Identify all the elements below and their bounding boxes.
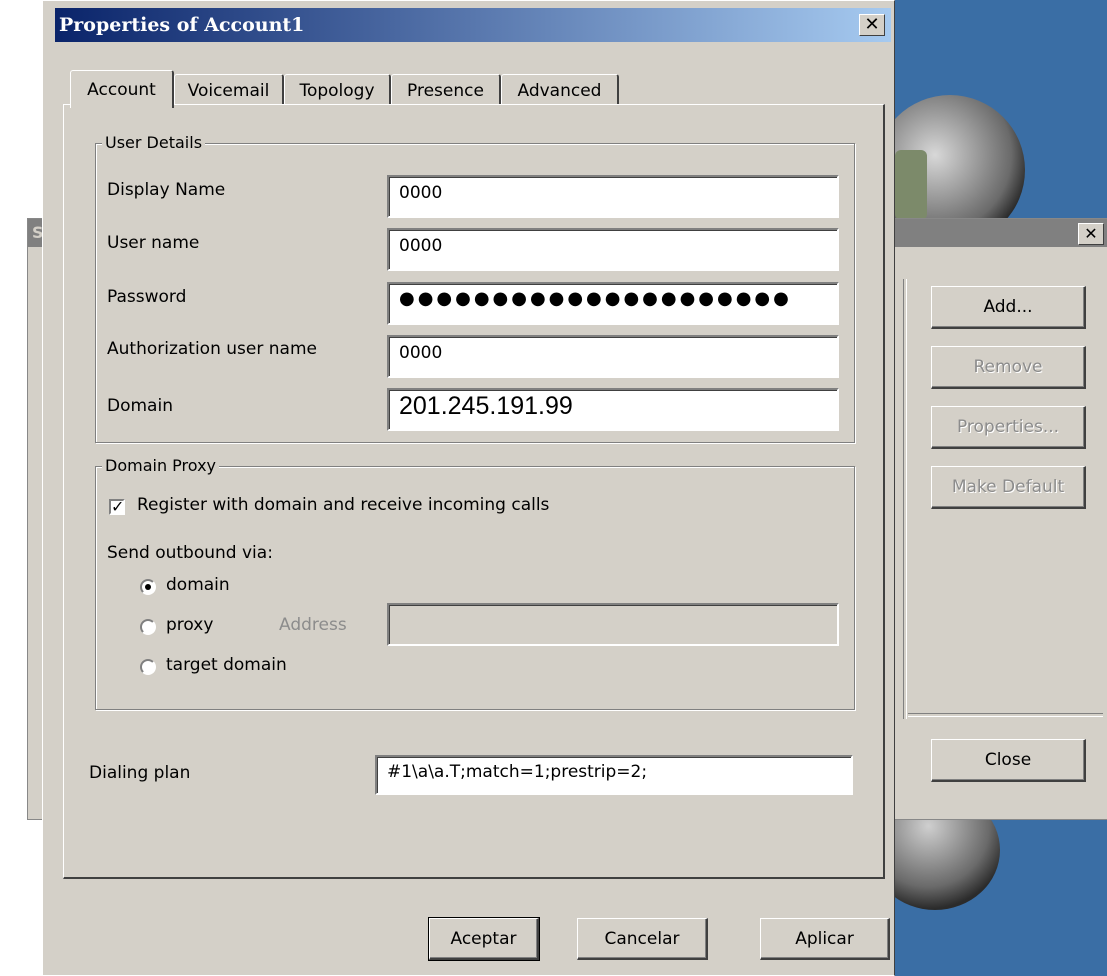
domain-proxy-legend: Domain Proxy [102, 456, 219, 475]
authorization-user-name-field[interactable]: 0000 [387, 335, 839, 378]
dialing-plan-field[interactable]: #1\a\a.T;match=1;prestrip=2; [375, 755, 853, 795]
user-details-legend: User Details [102, 133, 206, 152]
outbound-proxy-label[interactable]: proxy [166, 615, 213, 635]
outbound-domain-radio[interactable] [140, 579, 156, 595]
display-name-label: Display Name [107, 180, 226, 200]
accounts-list-frame [903, 279, 907, 719]
outbound-proxy-radio[interactable] [140, 619, 156, 635]
register-checkbox[interactable]: ✓ [109, 499, 125, 515]
sip-accounts-close-button[interactable]: ✕ [1078, 223, 1104, 245]
outbound-target-domain-radio[interactable] [140, 659, 156, 675]
user-name-field[interactable]: 0000 [387, 228, 839, 271]
tab-presence[interactable]: Presence [391, 74, 501, 106]
outbound-domain-label[interactable]: domain [166, 575, 230, 595]
dialing-plan-label: Dialing plan [89, 763, 191, 783]
proxy-address-label: Address [279, 615, 347, 635]
proxy-address-field[interactable] [387, 603, 839, 646]
apply-button[interactable]: Aplicar [760, 918, 890, 960]
make-default-button[interactable]: Make Default [931, 466, 1086, 509]
softphone-screen [895, 150, 927, 220]
outbound-target-domain-label[interactable]: target domain [166, 655, 287, 675]
tab-voicemail[interactable]: Voicemail [174, 74, 284, 106]
add-account-button[interactable]: Add... [931, 286, 1086, 329]
user-name-label: User name [107, 233, 200, 253]
domain-label: Domain [107, 396, 173, 416]
send-outbound-label: Send outbound via: [107, 543, 273, 563]
ok-button[interactable]: Aceptar [428, 917, 540, 961]
dialog-title: Properties of Account1 [59, 14, 305, 36]
account-tab-panel: User Details Display Name 0000 User name… [63, 104, 885, 879]
display-name-field[interactable]: 0000 [387, 175, 839, 218]
close-button[interactable]: Close [931, 739, 1086, 782]
authorization-user-name-label: Authorization user name [107, 339, 317, 359]
tab-topology[interactable]: Topology [284, 74, 391, 106]
dialog-titlebar: Properties of Account1 ✕ [55, 8, 891, 42]
cancel-button[interactable]: Cancelar [577, 918, 708, 960]
user-details-group: User Details Display Name 0000 User name… [95, 133, 855, 443]
tab-advanced[interactable]: Advanced [501, 74, 619, 106]
tab-account[interactable]: Account [70, 70, 174, 108]
password-field[interactable]: ●●●●●●●●●●●●●●●●●●●●● [387, 282, 839, 325]
separator [908, 713, 1103, 717]
domain-proxy-group: Domain Proxy ✓ Register with domain and … [95, 456, 855, 710]
remove-account-button[interactable]: Remove [931, 346, 1086, 389]
domain-field[interactable]: 201.245.191.99 [387, 388, 839, 431]
register-checkbox-label[interactable]: Register with domain and receive incomin… [137, 495, 549, 515]
account-properties-button[interactable]: Properties... [931, 406, 1086, 449]
dialog-close-button[interactable]: ✕ [859, 14, 885, 36]
password-label: Password [107, 287, 187, 307]
